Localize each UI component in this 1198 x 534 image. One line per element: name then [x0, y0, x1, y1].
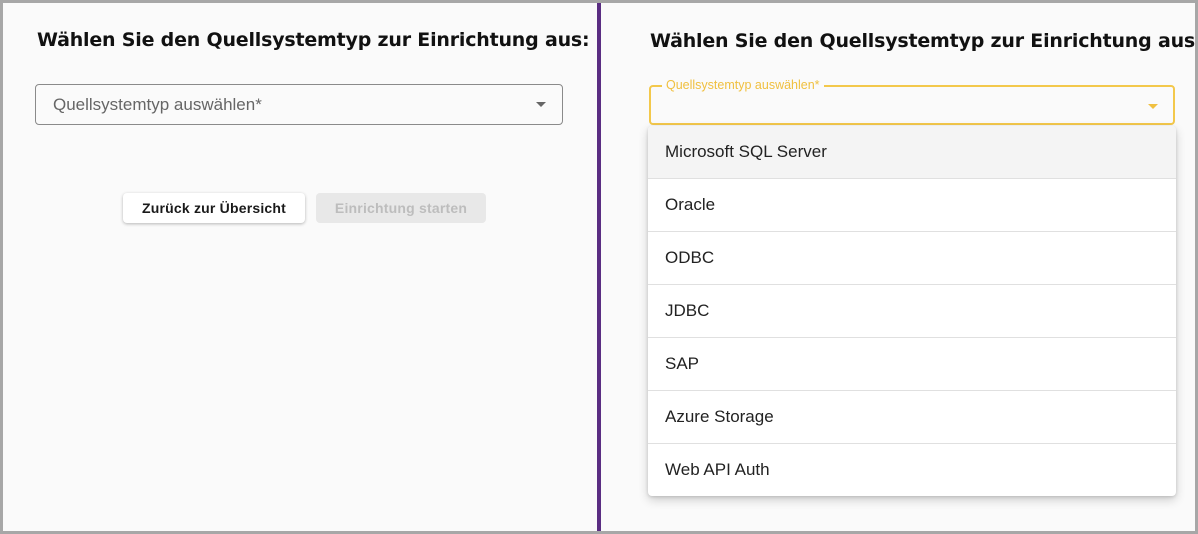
start-setup-button[interactable]: Einrichtung starten [316, 193, 486, 223]
left-panel: Wählen Sie den Quellsystemtyp zur Einric… [3, 3, 597, 531]
option-oracle[interactable]: Oracle [648, 179, 1176, 232]
page-title: Wählen Sie den Quellsystemtyp zur Einric… [37, 29, 590, 51]
option-azure-storage[interactable]: Azure Storage [648, 391, 1176, 444]
option-web-api-auth[interactable]: Web API Auth [648, 444, 1176, 496]
screenshot-frame: Wählen Sie den Quellsystemtyp zur Einric… [3, 3, 1195, 531]
select-placeholder: Quellsystemtyp auswählen* [53, 95, 262, 114]
chevron-down-icon [536, 102, 546, 107]
panel-divider [597, 3, 601, 531]
option-sap[interactable]: SAP [648, 338, 1176, 391]
page-title: Wählen Sie den Quellsystemtyp zur Einric… [650, 30, 1195, 52]
option-microsoft-sql-server[interactable]: Microsoft SQL Server [648, 126, 1176, 179]
chevron-down-icon [1148, 104, 1158, 109]
select-options-list: Microsoft SQL Server Oracle ODBC JDBC SA… [648, 126, 1176, 496]
source-system-type-select[interactable]: Quellsystemtyp auswählen* [35, 84, 563, 125]
back-to-overview-button[interactable]: Zurück zur Übersicht [123, 193, 305, 223]
option-odbc[interactable]: ODBC [648, 232, 1176, 285]
source-system-type-select-open[interactable]: Quellsystemtyp auswählen* [649, 78, 1175, 125]
select-floating-label: Quellsystemtyp auswählen* [662, 78, 824, 92]
right-panel: Wählen Sie den Quellsystemtyp zur Einric… [603, 3, 1195, 531]
option-jdbc[interactable]: JDBC [648, 285, 1176, 338]
